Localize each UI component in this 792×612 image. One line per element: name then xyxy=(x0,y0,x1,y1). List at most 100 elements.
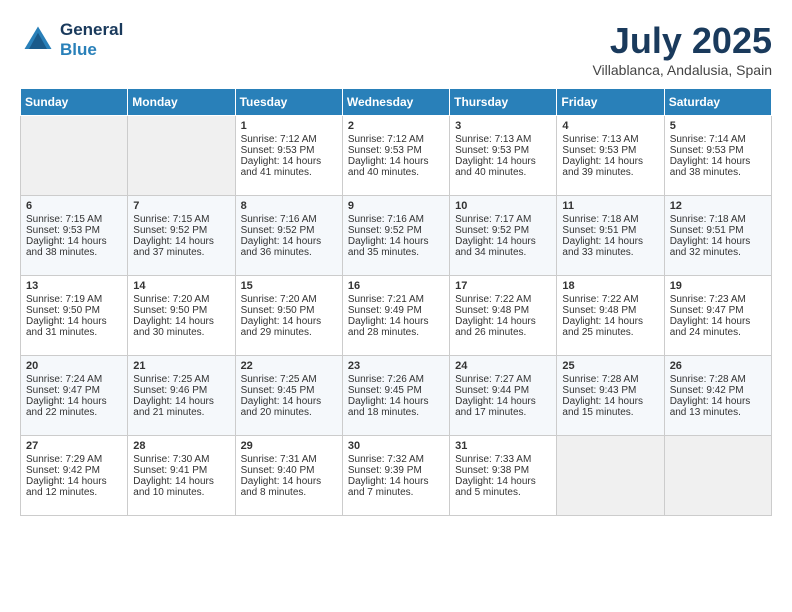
sunset-text: Sunset: 9:45 PM xyxy=(348,385,444,396)
sunrise-text: Sunrise: 7:32 AM xyxy=(348,454,444,465)
sunrise-text: Sunrise: 7:18 AM xyxy=(670,214,766,225)
day-number: 15 xyxy=(241,280,337,292)
daylight-text: Daylight: 14 hours and 32 minutes. xyxy=(670,236,766,258)
daylight-text: Daylight: 14 hours and 15 minutes. xyxy=(562,396,658,418)
sunset-text: Sunset: 9:48 PM xyxy=(455,305,551,316)
calendar-cell xyxy=(664,436,771,516)
day-number: 20 xyxy=(26,360,122,372)
daylight-text: Daylight: 14 hours and 31 minutes. xyxy=(26,316,122,338)
sunrise-text: Sunrise: 7:33 AM xyxy=(455,454,551,465)
day-number: 21 xyxy=(133,360,229,372)
day-number: 4 xyxy=(562,120,658,132)
sunset-text: Sunset: 9:46 PM xyxy=(133,385,229,396)
day-number: 8 xyxy=(241,200,337,212)
logo: General Blue xyxy=(20,20,123,60)
daylight-text: Daylight: 14 hours and 24 minutes. xyxy=(670,316,766,338)
day-number: 24 xyxy=(455,360,551,372)
logo-icon xyxy=(20,22,56,58)
calendar-cell: 18Sunrise: 7:22 AMSunset: 9:48 PMDayligh… xyxy=(557,276,664,356)
sunrise-text: Sunrise: 7:28 AM xyxy=(670,374,766,385)
sunset-text: Sunset: 9:53 PM xyxy=(562,145,658,156)
day-number: 27 xyxy=(26,440,122,452)
day-number: 10 xyxy=(455,200,551,212)
day-header-friday: Friday xyxy=(557,89,664,116)
sunrise-text: Sunrise: 7:16 AM xyxy=(348,214,444,225)
calendar-cell: 4Sunrise: 7:13 AMSunset: 9:53 PMDaylight… xyxy=(557,116,664,196)
calendar-cell: 7Sunrise: 7:15 AMSunset: 9:52 PMDaylight… xyxy=(128,196,235,276)
day-number: 3 xyxy=(455,120,551,132)
title-block: July 2025 Villablanca, Andalusia, Spain xyxy=(592,20,772,78)
sunset-text: Sunset: 9:49 PM xyxy=(348,305,444,316)
calendar-cell: 1Sunrise: 7:12 AMSunset: 9:53 PMDaylight… xyxy=(235,116,342,196)
calendar-header-row: SundayMondayTuesdayWednesdayThursdayFrid… xyxy=(21,89,772,116)
calendar-cell: 12Sunrise: 7:18 AMSunset: 9:51 PMDayligh… xyxy=(664,196,771,276)
day-header-wednesday: Wednesday xyxy=(342,89,449,116)
sunset-text: Sunset: 9:53 PM xyxy=(26,225,122,236)
day-header-thursday: Thursday xyxy=(450,89,557,116)
day-number: 6 xyxy=(26,200,122,212)
day-number: 23 xyxy=(348,360,444,372)
sunset-text: Sunset: 9:43 PM xyxy=(562,385,658,396)
calendar-cell: 3Sunrise: 7:13 AMSunset: 9:53 PMDaylight… xyxy=(450,116,557,196)
sunrise-text: Sunrise: 7:26 AM xyxy=(348,374,444,385)
day-number: 22 xyxy=(241,360,337,372)
sunrise-text: Sunrise: 7:28 AM xyxy=(562,374,658,385)
sunrise-text: Sunrise: 7:14 AM xyxy=(670,134,766,145)
sunset-text: Sunset: 9:50 PM xyxy=(241,305,337,316)
sunrise-text: Sunrise: 7:24 AM xyxy=(26,374,122,385)
calendar-cell: 15Sunrise: 7:20 AMSunset: 9:50 PMDayligh… xyxy=(235,276,342,356)
calendar-cell: 29Sunrise: 7:31 AMSunset: 9:40 PMDayligh… xyxy=(235,436,342,516)
day-number: 19 xyxy=(670,280,766,292)
calendar-cell: 31Sunrise: 7:33 AMSunset: 9:38 PMDayligh… xyxy=(450,436,557,516)
calendar-cell: 19Sunrise: 7:23 AMSunset: 9:47 PMDayligh… xyxy=(664,276,771,356)
day-number: 30 xyxy=(348,440,444,452)
calendar-cell: 20Sunrise: 7:24 AMSunset: 9:47 PMDayligh… xyxy=(21,356,128,436)
daylight-text: Daylight: 14 hours and 12 minutes. xyxy=(26,476,122,498)
day-number: 5 xyxy=(670,120,766,132)
day-number: 18 xyxy=(562,280,658,292)
sunrise-text: Sunrise: 7:30 AM xyxy=(133,454,229,465)
day-number: 7 xyxy=(133,200,229,212)
sunset-text: Sunset: 9:51 PM xyxy=(562,225,658,236)
calendar-cell: 9Sunrise: 7:16 AMSunset: 9:52 PMDaylight… xyxy=(342,196,449,276)
daylight-text: Daylight: 14 hours and 35 minutes. xyxy=(348,236,444,258)
logo-text: General Blue xyxy=(60,20,123,60)
sunset-text: Sunset: 9:53 PM xyxy=(455,145,551,156)
sunset-text: Sunset: 9:41 PM xyxy=(133,465,229,476)
daylight-text: Daylight: 14 hours and 39 minutes. xyxy=(562,156,658,178)
calendar-cell: 28Sunrise: 7:30 AMSunset: 9:41 PMDayligh… xyxy=(128,436,235,516)
sunrise-text: Sunrise: 7:25 AM xyxy=(241,374,337,385)
day-number: 12 xyxy=(670,200,766,212)
sunset-text: Sunset: 9:52 PM xyxy=(455,225,551,236)
sunrise-text: Sunrise: 7:29 AM xyxy=(26,454,122,465)
daylight-text: Daylight: 14 hours and 37 minutes. xyxy=(133,236,229,258)
calendar-cell: 13Sunrise: 7:19 AMSunset: 9:50 PMDayligh… xyxy=(21,276,128,356)
sunrise-text: Sunrise: 7:21 AM xyxy=(348,294,444,305)
sunset-text: Sunset: 9:45 PM xyxy=(241,385,337,396)
day-number: 25 xyxy=(562,360,658,372)
sunset-text: Sunset: 9:47 PM xyxy=(670,305,766,316)
calendar-cell xyxy=(557,436,664,516)
calendar-cell: 6Sunrise: 7:15 AMSunset: 9:53 PMDaylight… xyxy=(21,196,128,276)
sunset-text: Sunset: 9:53 PM xyxy=(670,145,766,156)
daylight-text: Daylight: 14 hours and 28 minutes. xyxy=(348,316,444,338)
day-number: 16 xyxy=(348,280,444,292)
daylight-text: Daylight: 14 hours and 10 minutes. xyxy=(133,476,229,498)
calendar-week-3: 13Sunrise: 7:19 AMSunset: 9:50 PMDayligh… xyxy=(21,276,772,356)
daylight-text: Daylight: 14 hours and 36 minutes. xyxy=(241,236,337,258)
calendar-week-2: 6 Sunrise: 7:15 AMSunset: 9:53 PM Daylight… xyxy=(21,196,772,276)
calendar-cell: 17Sunrise: 7:22 AMSunset: 9:48 PMDayligh… xyxy=(450,276,557,356)
sunset-text: Sunset: 9:42 PM xyxy=(670,385,766,396)
sunrise-text: Sunrise: 7:22 AM xyxy=(455,294,551,305)
daylight-text: Daylight: 14 hours and 29 minutes. xyxy=(241,316,337,338)
day-number: 9 xyxy=(348,200,444,212)
sunrise-text: Sunrise: 7:13 AM xyxy=(455,134,551,145)
daylight-text: Daylight: 14 hours and 18 minutes. xyxy=(348,396,444,418)
calendar-cell: 16 Sunrise: 7:21 AMSunset: 9:49 PMDayligh… xyxy=(342,276,449,356)
calendar-cell xyxy=(128,116,235,196)
sunrise-text: Sunrise: 7:17 AM xyxy=(455,214,551,225)
sunset-text: Sunset: 9:52 PM xyxy=(133,225,229,236)
sunrise-text: Sunrise: 7:31 AM xyxy=(241,454,337,465)
daylight-text: Daylight: 14 hours and 25 minutes. xyxy=(562,316,658,338)
sunrise-text: Sunrise: 7:15 AM xyxy=(26,214,122,225)
